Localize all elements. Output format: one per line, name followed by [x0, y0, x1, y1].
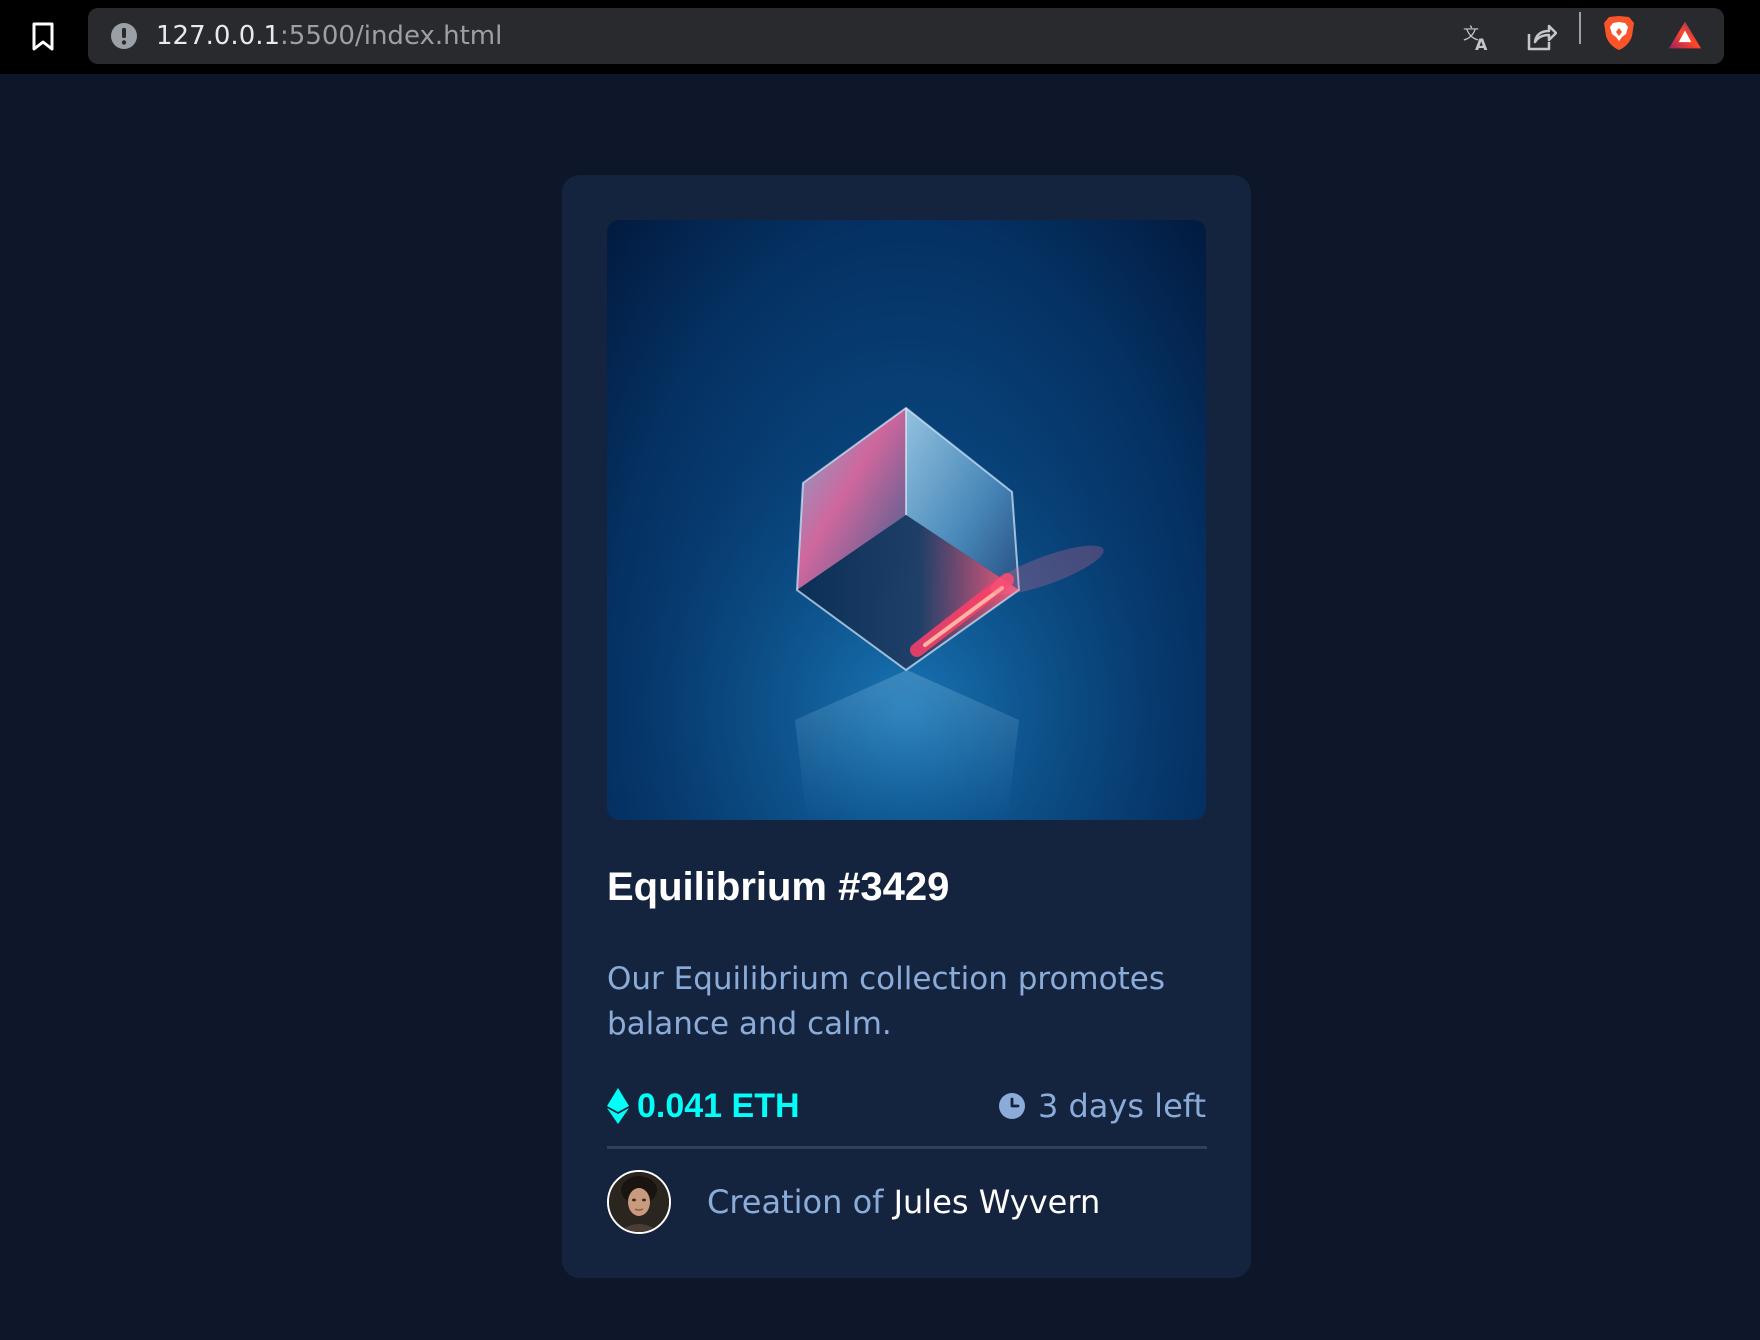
creator-line: Creation of Jules Wyvern — [707, 1170, 1100, 1234]
brave-shields-icon[interactable] — [1602, 16, 1636, 50]
creator-name[interactable]: Jules Wyvern — [894, 1183, 1101, 1221]
clock-icon — [998, 1093, 1025, 1119]
creator-prefix: Creation of — [707, 1183, 894, 1221]
nft-image[interactable] — [607, 220, 1206, 820]
time-left-info: 3 days left — [998, 1085, 1206, 1127]
nft-title[interactable]: Equilibrium #3429 — [607, 865, 949, 910]
address-bar[interactable]: 127.0.0.1:5500/index.html 文 A — [88, 8, 1724, 64]
card-divider — [607, 1146, 1207, 1149]
svg-text:A: A — [1475, 35, 1488, 52]
translate-icon[interactable]: 文 A — [1460, 20, 1494, 54]
url-host: 127.0.0.1 — [156, 21, 281, 51]
url-path: :5500/index.html — [280, 21, 503, 51]
nft-description: Our Equilibrium collection promotes bala… — [607, 961, 1165, 1042]
brave-rewards-icon[interactable] — [1668, 18, 1702, 52]
creator-avatar — [607, 1170, 671, 1234]
ethereum-icon — [607, 1088, 629, 1124]
nft-card: Equilibrium #3429 Our Equilibrium collec… — [562, 175, 1251, 1278]
toolbar-divider — [1579, 12, 1581, 44]
url-text[interactable]: 127.0.0.1:5500/index.html — [156, 8, 502, 64]
time-left-value: 3 days left — [1037, 1087, 1206, 1125]
price-info: 0.041 ETH — [607, 1085, 800, 1127]
bookmark-icon[interactable] — [26, 20, 60, 54]
price-value: 0.041 ETH — [637, 1086, 800, 1125]
browser-toolbar: 127.0.0.1:5500/index.html 文 A — [0, 0, 1760, 74]
site-info-icon[interactable] — [110, 22, 138, 50]
share-icon[interactable] — [1524, 20, 1558, 54]
